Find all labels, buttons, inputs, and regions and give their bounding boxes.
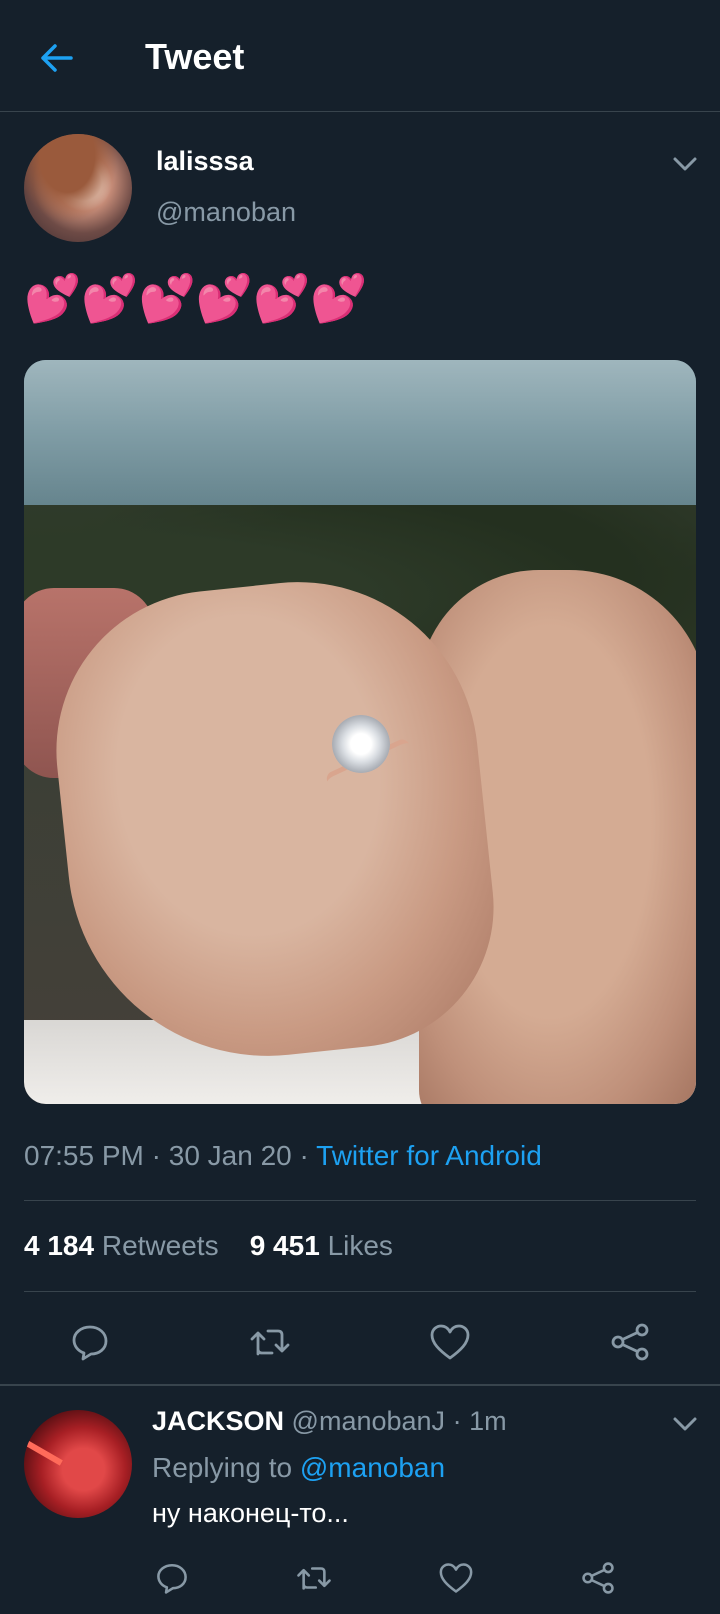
retweet-button[interactable] (244, 1316, 296, 1368)
share-icon (582, 1562, 614, 1594)
reply-header: JACKSON @manobanJ · 1m (152, 1406, 507, 1437)
page-title: Tweet (145, 36, 245, 77)
reply-share-button[interactable] (572, 1552, 624, 1604)
share-button[interactable] (604, 1316, 656, 1368)
reply-text: ну наконец-то... (152, 1498, 349, 1528)
retweet-icon (297, 1567, 331, 1590)
divider (24, 1200, 696, 1201)
tweet-actions (0, 1300, 720, 1384)
author-avatar[interactable] (24, 134, 132, 242)
arrow-left-icon (41, 44, 73, 72)
retweets-count: 4 184 (24, 1230, 95, 1261)
top-app-bar (0, 0, 720, 112)
back-button[interactable] (30, 32, 82, 84)
tweet-time: 07:55 PM (24, 1140, 144, 1171)
reply-separator: · (452, 1406, 462, 1436)
chevron-down-icon (673, 1417, 697, 1431)
tweet-meta: 07:55 PM · 30 Jan 20 · Twitter for Andro… (24, 1140, 542, 1172)
meta-separator: · (299, 1140, 309, 1171)
reply-button[interactable] (64, 1316, 116, 1368)
replying-to: Replying to @manoban (152, 1452, 445, 1484)
meta-separator: · (151, 1140, 161, 1171)
reply-icon (72, 1325, 108, 1361)
reply-time: 1m (469, 1406, 507, 1436)
reply-like-button[interactable] (430, 1552, 482, 1604)
reply-retweet-button[interactable] (288, 1552, 340, 1604)
reply-actions (0, 1548, 720, 1608)
share-icon (611, 1323, 649, 1361)
divider (0, 1384, 720, 1386)
tweet-stats: 4 184 Retweets 9 451 Likes (24, 1230, 393, 1262)
likes-label: Likes (327, 1230, 393, 1261)
tweet-text: 💕💕💕💕💕💕 (24, 272, 368, 324)
reply-icon (157, 1563, 187, 1594)
chevron-down-icon (673, 157, 697, 171)
retweet-icon (250, 1329, 290, 1356)
author-handle[interactable]: @manoban (156, 197, 296, 228)
like-heart-icon (430, 1324, 470, 1360)
likes-stat[interactable]: 9 451 Likes (250, 1230, 393, 1261)
reply-author-handle[interactable]: @manobanJ (292, 1406, 446, 1436)
reply-reply-button[interactable] (146, 1552, 198, 1604)
replying-prefix: Replying to (152, 1452, 293, 1483)
likes-count: 9 451 (249, 1230, 320, 1261)
tweet-photo[interactable] (24, 360, 696, 1104)
reply-options-button[interactable] (670, 1412, 700, 1436)
tweet-date: 30 Jan 20 (168, 1140, 292, 1171)
author-name[interactable]: lalisssa (156, 146, 254, 177)
replying-mention-link[interactable]: @manoban (300, 1452, 445, 1483)
retweets-label: Retweets (101, 1230, 219, 1261)
tweet-options-button[interactable] (670, 152, 700, 176)
divider (24, 1291, 696, 1292)
retweets-stat[interactable]: 4 184 Retweets (24, 1230, 219, 1261)
like-button[interactable] (424, 1316, 476, 1368)
reply-author-name[interactable]: JACKSON (152, 1406, 284, 1436)
reply-author-avatar[interactable] (24, 1410, 132, 1518)
like-heart-icon (439, 1563, 473, 1593)
tweet-source-link[interactable]: Twitter for Android (316, 1140, 542, 1171)
